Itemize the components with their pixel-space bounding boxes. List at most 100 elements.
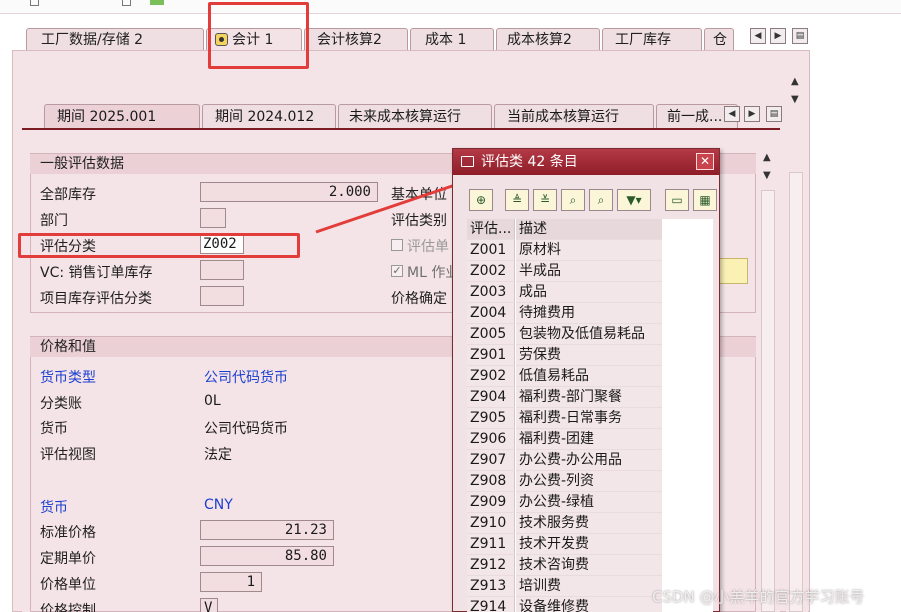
price-control-label: 价格控制 — [40, 603, 96, 612]
division-label: 部门 — [40, 213, 68, 229]
list-item[interactable]: Z906 福利费-团建 — [467, 429, 713, 450]
column-header-description[interactable]: 描述 — [516, 219, 662, 240]
list-spacer — [663, 534, 713, 555]
inner-tab-prev-button[interactable]: ◀ — [724, 106, 740, 122]
valuation-class-list: 评估... 描述 Z001 原材料 Z002 半成品 Z003 成品 Z004 待摊费用… — [467, 219, 713, 612]
item-description: 技术服务费 — [516, 513, 662, 534]
tab-storage[interactable]: 仓 — [704, 28, 734, 50]
scroll-up-icon[interactable]: ▲ — [763, 152, 771, 163]
price-control-field[interactable]: V — [200, 598, 218, 612]
inner-scrollbar[interactable]: ▲ ▼ — [758, 150, 780, 612]
periodic-unit-price-field[interactable]: 85.80 — [200, 546, 334, 566]
item-code: Z906 — [467, 429, 515, 450]
list-item[interactable]: Z005 包装物及低值易耗品 — [467, 324, 713, 345]
list-spacer — [663, 324, 713, 345]
checkbox-icon — [122, 0, 131, 6]
valuation-unit-checkbox[interactable] — [391, 239, 403, 251]
list-item[interactable]: Z909 办公费-绿植 — [467, 492, 713, 513]
total-stock-label: 全部库存 — [40, 187, 96, 203]
tab-label: 当前成本核算运行 — [507, 109, 619, 125]
inner-tab-list-button[interactable]: ▤ — [766, 106, 782, 122]
item-code: Z904 — [467, 387, 515, 408]
tab-label: 成本核算2 — [507, 32, 572, 48]
sort-descending-icon[interactable]: ≚ — [533, 189, 557, 211]
tab-accounting-2[interactable]: 会计核算2 — [304, 28, 408, 50]
select-entry-icon[interactable]: ⊕ — [469, 189, 493, 211]
scroll-down-icon[interactable]: ▼ — [763, 170, 771, 181]
item-code: Z004 — [467, 303, 515, 324]
tab-costing-2[interactable]: 成本核算2 — [496, 28, 600, 50]
division-field[interactable] — [200, 208, 226, 228]
item-description: 办公费-列资 — [516, 471, 662, 492]
tab-future-costing-run[interactable]: 未来成本核算运行 — [338, 104, 492, 128]
item-description: 培训费 — [516, 576, 662, 597]
column-header-code[interactable]: 评估... — [467, 219, 515, 240]
list-spacer — [663, 240, 713, 261]
tab-period-2025-001[interactable]: 期间 2025.001 — [44, 104, 200, 128]
inner-tab-next-button[interactable]: ▶ — [744, 106, 760, 122]
currency-code-label: 货币 — [40, 500, 68, 516]
list-item[interactable]: Z911 技术开发费 — [467, 534, 713, 555]
periodic-unit-price-label: 定期单价 — [40, 551, 96, 567]
item-description: 成品 — [516, 282, 662, 303]
list-item[interactable]: Z003 成品 — [467, 282, 713, 303]
vc-sales-order-stock-field[interactable] — [200, 260, 244, 280]
item-code: Z003 — [467, 282, 515, 303]
outer-tab-strip: 工厂数据/存储 2 会计 1 会计核算2 成本 1 成本核算2 工厂库存 仓 ◀… — [0, 14, 901, 50]
list-item[interactable]: Z912 技术咨询费 — [467, 555, 713, 576]
list-spacer — [663, 450, 713, 471]
list-item[interactable]: Z901 劳保费 — [467, 345, 713, 366]
tab-list-button[interactable]: ▤ — [792, 28, 808, 44]
export-icon[interactable]: ▦ — [693, 189, 717, 211]
highlight-field[interactable] — [718, 258, 748, 284]
tab-plant-data-storage-2[interactable]: 工厂数据/存储 2 — [26, 28, 204, 50]
standard-price-field[interactable]: 21.23 — [200, 520, 334, 540]
price-unit-field[interactable]: 1 — [200, 572, 262, 592]
popup-close-button[interactable]: ✕ — [696, 153, 714, 170]
popup-title-bar: 评估类 42 条目 — [453, 149, 719, 175]
scroll-up-icon[interactable]: ▲ — [791, 76, 799, 87]
tab-label: 工厂库存 — [615, 32, 671, 48]
checkbox-icon — [30, 0, 39, 6]
list-item[interactable]: Z002 半成品 — [467, 261, 713, 282]
list-item[interactable]: Z001 原材料 — [467, 240, 713, 261]
list-item[interactable]: Z004 待摊费用 — [467, 303, 713, 324]
tab-current-costing-run[interactable]: 当前成本核算运行 — [494, 104, 654, 128]
tab-costing-1[interactable]: 成本 1 — [410, 28, 494, 50]
item-code: Z908 — [467, 471, 515, 492]
list-item[interactable]: Z910 技术服务费 — [467, 513, 713, 534]
tab-period-2024-012[interactable]: 期间 2024.012 — [202, 104, 336, 128]
tab-label: 会计核算2 — [317, 32, 382, 48]
watermark: CSDN @小羔羊的官方学习账号 — [652, 588, 865, 606]
scroll-down-icon[interactable]: ▼ — [791, 94, 799, 105]
tab-label: 工厂数据/存储 2 — [41, 32, 144, 48]
list-item[interactable]: Z905 福利费-日常事务 — [467, 408, 713, 429]
scroll-track[interactable] — [761, 190, 775, 612]
tab-prev-button[interactable]: ◀ — [750, 28, 766, 44]
ml-active-checkbox[interactable]: ✓ — [391, 265, 403, 277]
sort-ascending-icon[interactable]: ≜ — [505, 189, 529, 211]
filter-icon[interactable]: ▼▾ — [617, 189, 651, 211]
find-next-icon[interactable]: ⌕ — [589, 189, 613, 211]
list-item[interactable]: Z907 办公费-办公用品 — [467, 450, 713, 471]
currency-value: 公司代码货币 — [204, 421, 288, 437]
list-item[interactable]: Z908 办公费-列资 — [467, 471, 713, 492]
valuation-view-label: 评估视图 — [40, 447, 96, 463]
project-stock-valuation-class-field[interactable] — [200, 286, 244, 306]
scroll-track[interactable] — [789, 172, 803, 612]
tab-next-button[interactable]: ▶ — [770, 28, 786, 44]
item-code: Z914 — [467, 597, 515, 612]
print-icon[interactable]: ▭ — [665, 189, 689, 211]
list-item[interactable]: Z904 福利费-部门聚餐 — [467, 387, 713, 408]
item-code: Z911 — [467, 534, 515, 555]
list-spacer — [663, 429, 713, 450]
annotation-field-highlight — [18, 233, 300, 258]
main-scrollbar[interactable]: ▲ ▼ — [786, 72, 808, 612]
find-icon[interactable]: ⌕ — [561, 189, 585, 211]
tab-label: 期间 2024.012 — [215, 109, 315, 125]
valuation-unit-label: 评估单 — [407, 239, 449, 255]
list-item[interactable]: Z902 低值易耗品 — [467, 366, 713, 387]
tab-plant-stock[interactable]: 工厂库存 — [602, 28, 702, 50]
list-spacer — [663, 282, 713, 303]
item-description: 办公费-绿植 — [516, 492, 662, 513]
